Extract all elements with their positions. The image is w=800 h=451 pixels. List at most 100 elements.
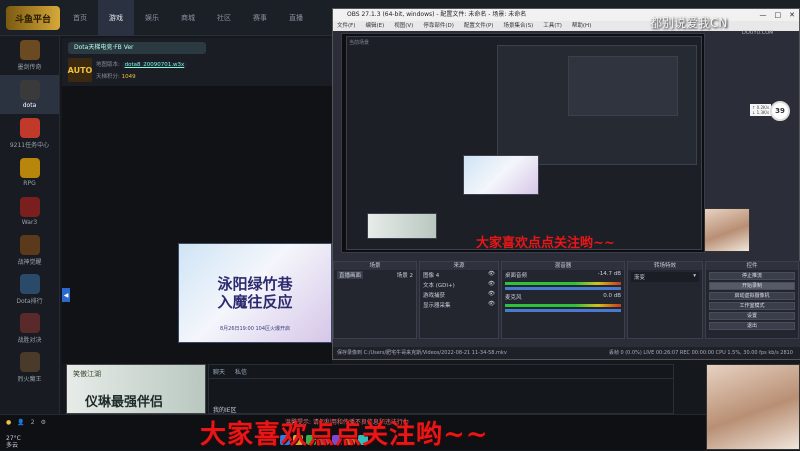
scene-item[interactable]: 场景 2	[397, 271, 413, 279]
scenes-dock: 场景 直播画面 场景 2	[333, 261, 417, 339]
game-icon	[19, 118, 40, 138]
minimize-icon[interactable]: —	[760, 9, 767, 21]
sidebar-item[interactable]: 战神觉醒	[0, 231, 59, 270]
room-title[interactable]: Dota天梯电竞·FB Ver	[68, 42, 206, 54]
obs-docks: 场景 直播画面 场景 2 来源 图像 4 👁 文本 (GDI+) 👁 游戏捕获 👁 显…	[333, 261, 800, 351]
chat-message: 我的IE区	[213, 407, 237, 414]
obs-menu-item[interactable]: 视图(V)	[394, 21, 413, 31]
obs-window: OBS 27.1.3 (64-bit, windows) - 配置文件: 未命名…	[332, 8, 800, 360]
weather-temp: 27°C	[6, 435, 21, 442]
source-item[interactable]: 文本 (GDI+) 👁	[420, 280, 498, 290]
game-icon	[19, 313, 40, 333]
sidebar-item-label: dota	[22, 102, 37, 109]
transition-select[interactable]: 渐变 ▾	[631, 272, 699, 282]
preview-follow-text: 大家喜欢点点关注哟~~	[476, 236, 615, 251]
obs-menu-item[interactable]: 场景集合(S)	[503, 21, 533, 31]
net-speed: ↑ 0.2K/s ↓ 1.3K/s	[750, 104, 772, 116]
net-percent-badge[interactable]: 39	[770, 101, 790, 121]
nav-home[interactable]: 首页	[62, 0, 98, 36]
sidebar-item[interactable]: 烈火魔王	[0, 348, 59, 387]
close-icon[interactable]: ✕	[789, 9, 795, 21]
rating-label: 天梯积分:	[96, 74, 120, 80]
user-icon[interactable]: 👤	[17, 419, 24, 426]
obs-menu-item[interactable]: 编辑(E)	[365, 21, 384, 31]
collapse-arrow-icon[interactable]: ◀	[62, 288, 70, 302]
control-button[interactable]: 设置	[709, 312, 795, 320]
map-version-row: 地图版本: dota8_20090701.w3x	[96, 60, 188, 68]
obs-menu-item[interactable]: 帮助(H)	[572, 21, 591, 31]
tab-chat[interactable]: 聊天	[213, 367, 225, 376]
sidebar-item[interactable]: 战胜对决	[0, 309, 59, 348]
obs-preview[interactable]: 当前场景 大家喜欢点点关注哟~~	[341, 33, 705, 253]
control-button[interactable]: 开始录制	[709, 282, 795, 290]
transitions-dock: 转场特效 渐变 ▾	[627, 261, 703, 339]
obs-menu-item[interactable]: 文件(F)	[337, 21, 355, 31]
game-poster[interactable]: 笑傲江湖 仪琳最强伴侣	[66, 364, 206, 414]
maximize-icon[interactable]: □	[775, 9, 782, 21]
watermark-sub: DOUYU.COM	[742, 30, 774, 36]
sidebar-item[interactable]: War3	[0, 192, 59, 231]
platform-logo[interactable]: 斗鱼平台	[6, 6, 60, 30]
game-icon	[19, 197, 40, 217]
tab-private[interactable]: 私信	[235, 367, 247, 376]
settings-icon[interactable]: ⚙	[41, 419, 46, 426]
weather-desc: 多云	[6, 442, 19, 449]
sidebar-item-label: 烈火魔王	[17, 376, 42, 383]
obs-menu-item[interactable]: 配置文件(P)	[464, 21, 494, 31]
obs-menu-item[interactable]: 工具(T)	[543, 21, 562, 31]
room-avatar[interactable]: AUTO	[68, 58, 92, 82]
source-item[interactable]: 显示器采集 👁	[420, 300, 498, 310]
nested-obs	[497, 45, 697, 165]
map-version-label: 地图版本:	[96, 62, 120, 68]
window-controls: — □ ✕	[760, 9, 796, 21]
sidebar-item[interactable]: 9211任务中心	[0, 114, 59, 153]
status-right: 丢帧 0 (0.0%) LIVE 00:26:07 REC 00:00:00 C…	[608, 350, 793, 356]
chevron-down-icon: ▾	[693, 273, 696, 279]
chat-tabs: 聊天 私信	[209, 365, 673, 379]
sources-header: 来源	[420, 262, 498, 270]
mixer-channel: 麦克风 0.0 dB	[505, 293, 621, 301]
banner-title: 泳阳绿竹巷 入魔往反应	[217, 275, 293, 311]
sidebar-item-label: 墨剑传奇	[17, 64, 42, 71]
obs-menubar: 文件(F) 编辑(E) 视图(V) 停靠部件(D) 配置文件(P) 场景集合(S) 工具(T…	[333, 21, 799, 31]
sidebar-item-label: Dota排行	[16, 298, 43, 305]
coin-icon[interactable]: ●	[6, 419, 11, 426]
nav-entertainment[interactable]: 娱乐	[134, 0, 170, 36]
sidebar-item[interactable]: 墨剑传奇	[0, 36, 59, 75]
nav-live[interactable]: 直播	[278, 0, 314, 36]
audio-meter	[505, 282, 621, 285]
poster-top-text: 笑傲江湖	[73, 370, 101, 378]
banner-subtitle: 8月26日19:00 104区火爆开启	[219, 326, 291, 332]
sidebar-item[interactable]: Dota排行	[0, 270, 59, 309]
nav-community[interactable]: 社区	[206, 0, 242, 36]
nav-games[interactable]: 游戏	[98, 0, 134, 36]
obs-titlebar[interactable]: OBS 27.1.3 (64-bit, windows) - 配置文件: 未命名…	[333, 9, 799, 21]
weather-widget[interactable]: 27°C 多云	[6, 435, 21, 449]
source-item[interactable]: 游戏捕获 👁	[420, 290, 498, 300]
eye-icon: 👁	[488, 281, 495, 287]
sidebar-item-label: 9211任务中心	[9, 142, 50, 149]
obs-menu-item[interactable]: 停靠部件(D)	[423, 21, 454, 31]
source-item[interactable]: 图像 4 👁	[420, 270, 498, 280]
watermark-text: 都别说爱我CN	[650, 16, 728, 30]
rating-row: 天梯积分: 1049	[96, 72, 136, 80]
sidebar-item-label: 战胜对决	[17, 337, 42, 344]
main-nav: 首页 游戏 娱乐 商城 社区 赛事 直播	[62, 0, 314, 36]
scene-item[interactable]: 直播画面	[337, 271, 364, 279]
control-button[interactable]: 启动虚拟摄像机	[709, 292, 795, 300]
scene-list: 直播画面 场景 2	[334, 270, 416, 280]
control-button[interactable]: 停止推流	[709, 272, 795, 280]
download-speed: ↓ 1.3K/s	[752, 110, 770, 115]
game-icon	[19, 158, 40, 178]
volume-slider[interactable]	[505, 309, 621, 312]
sidebar-item[interactable]: RPG	[0, 153, 59, 192]
control-button[interactable]: 工作室模式	[709, 302, 795, 310]
nav-events[interactable]: 赛事	[242, 0, 278, 36]
game-banner-ad[interactable]: 泳阳绿竹巷 入魔往反应 8月26日19:00 104区火爆开启	[178, 243, 332, 343]
map-version-link[interactable]: dota8_20090701.w3x	[121, 62, 188, 68]
sidebar-item-label: RPG	[23, 180, 36, 187]
sidebar-item[interactable]: dota	[0, 75, 59, 114]
nav-store[interactable]: 商城	[170, 0, 206, 36]
volume-slider[interactable]	[505, 287, 621, 290]
control-button[interactable]: 退出	[709, 322, 795, 330]
